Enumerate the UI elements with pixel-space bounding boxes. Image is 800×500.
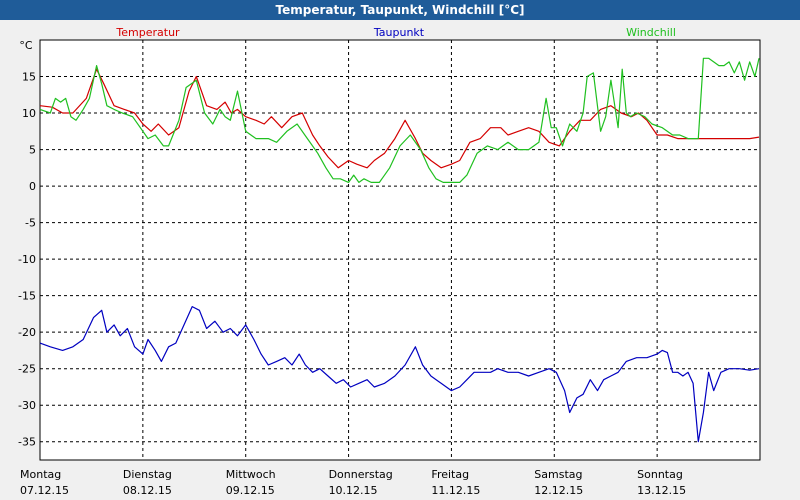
- y-tick-label: 0: [29, 180, 36, 193]
- x-tick-date: 11.12.15: [431, 484, 480, 497]
- legend-item-windchill: Windchill: [626, 26, 676, 39]
- x-tick-day: Freitag: [431, 468, 469, 481]
- plot-area: [39, 39, 761, 461]
- x-tick-day: Montag: [20, 468, 61, 481]
- y-tick-label: -20: [18, 326, 36, 339]
- y-tick-label: -5: [25, 217, 36, 230]
- y-tick-label: -25: [18, 363, 36, 376]
- line-chart: °C 15 10 5 0 -5 -10 -15 -20 -25 -30 -35 Montag 07.1…: [18, 26, 761, 497]
- x-tick-date: 12.12.15: [534, 484, 583, 497]
- x-tick-date: 07.12.15: [20, 484, 69, 497]
- y-tick-label: 5: [29, 144, 36, 157]
- x-tick-day: Dienstag: [123, 468, 172, 481]
- window-title: Temperatur, Taupunkt, Windchill [°C]: [0, 0, 800, 20]
- x-tick-date: 13.12.15: [637, 484, 686, 497]
- x-tick-date: 09.12.15: [226, 484, 275, 497]
- chart-window: Temperatur, Taupunkt, Windchill [°C] °C …: [0, 0, 800, 500]
- x-axis-ticks: Montag 07.12.15 Dienstag 08.12.15 Mittwoch 09…: [20, 468, 686, 497]
- x-tick-day: Sonntag: [637, 468, 683, 481]
- x-tick-date: 08.12.15: [123, 484, 172, 497]
- y-tick-label: 10: [22, 107, 36, 120]
- y-axis-ticks: 15 10 5 0 -5 -10 -15 -20 -25 -30 -35: [18, 71, 36, 449]
- legend-item-temperatur: Temperatur: [115, 26, 180, 39]
- x-tick-day: Mittwoch: [226, 468, 276, 481]
- y-tick-label: -30: [18, 399, 36, 412]
- x-tick-date: 10.12.15: [329, 484, 378, 497]
- y-tick-label: -10: [18, 253, 36, 266]
- x-tick-day: Samstag: [534, 468, 582, 481]
- y-tick-label: -35: [18, 436, 36, 449]
- y-unit-label: °C: [19, 39, 33, 52]
- legend-item-taupunkt: Taupunkt: [373, 26, 425, 39]
- legend: Temperatur Taupunkt Windchill: [115, 26, 676, 39]
- x-tick-day: Donnerstag: [329, 468, 393, 481]
- y-tick-label: -15: [18, 290, 36, 303]
- y-tick-label: 15: [22, 71, 36, 84]
